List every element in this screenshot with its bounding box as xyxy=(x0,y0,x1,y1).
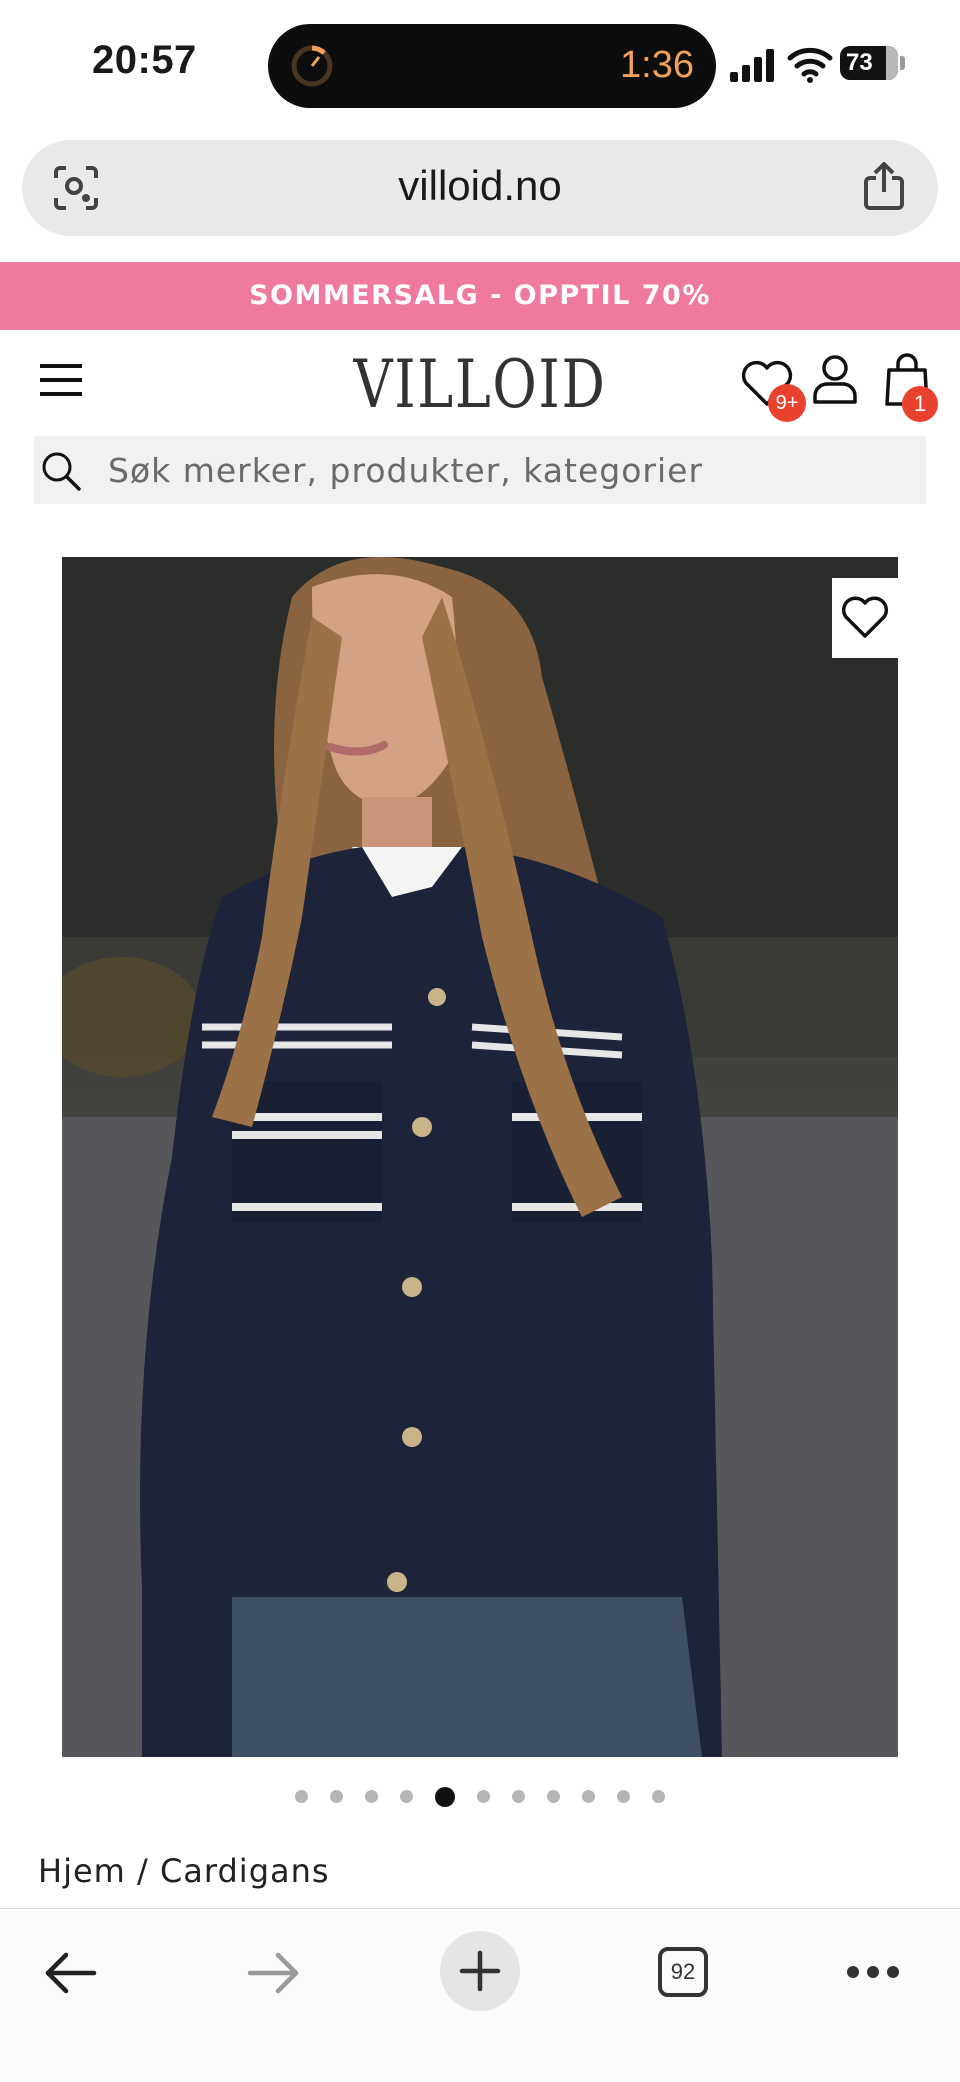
product-image[interactable] xyxy=(62,557,898,1757)
product-photo xyxy=(62,557,898,1757)
timer-text: 1:36 xyxy=(620,44,694,86)
promo-banner[interactable]: SOMMERSALG - OPPTIL 70% xyxy=(0,262,960,330)
heart-icon xyxy=(841,596,889,638)
breadcrumb-separator: / xyxy=(125,1852,160,1890)
share-icon[interactable] xyxy=(860,160,908,212)
cart-badge: 1 xyxy=(902,386,938,422)
forward-icon[interactable] xyxy=(246,1949,302,1997)
back-icon[interactable] xyxy=(42,1949,98,1997)
carousel-dot[interactable] xyxy=(330,1790,343,1803)
carousel-dot[interactable] xyxy=(652,1790,665,1803)
site-header: VILLOID 9+ 1 xyxy=(0,330,960,430)
battery-icon: 73 xyxy=(840,46,898,80)
signal-icon xyxy=(730,49,774,82)
wishlist-badge: 9+ xyxy=(768,384,806,422)
favorite-button[interactable] xyxy=(832,578,898,658)
wifi-icon xyxy=(787,47,833,83)
new-tab-button[interactable] xyxy=(440,1931,520,2011)
battery-empty xyxy=(886,46,898,80)
browser-toolbar: 92 xyxy=(0,1908,960,2082)
menu-icon[interactable] xyxy=(38,360,84,400)
status-bar: 20:57 1:36 73 xyxy=(0,0,960,130)
battery-level: 73 xyxy=(846,49,873,76)
carousel-dot[interactable] xyxy=(295,1790,308,1803)
carousel-dot[interactable] xyxy=(547,1790,560,1803)
battery-nub xyxy=(900,56,905,70)
search-box[interactable] xyxy=(34,436,926,504)
breadcrumb: Hjem / Cardigans xyxy=(38,1852,330,1890)
tabs-button[interactable]: 92 xyxy=(658,1947,708,1997)
carousel-dot[interactable] xyxy=(400,1790,413,1803)
breadcrumb-home[interactable]: Hjem xyxy=(38,1852,126,1890)
search-icon[interactable] xyxy=(40,450,82,492)
carousel-dot[interactable] xyxy=(365,1790,378,1803)
timer-icon xyxy=(291,45,333,87)
status-time: 20:57 xyxy=(92,38,197,82)
carousel-dot[interactable] xyxy=(512,1790,525,1803)
dynamic-island[interactable]: 1:36 xyxy=(268,24,716,108)
url-text[interactable]: villoid.no xyxy=(22,162,938,210)
breadcrumb-category[interactable]: Cardigans xyxy=(160,1852,330,1890)
carousel-dot[interactable] xyxy=(477,1790,490,1803)
more-icon[interactable] xyxy=(846,1965,900,1979)
carousel-dot[interactable] xyxy=(582,1790,595,1803)
new-tab-icon xyxy=(459,1950,501,1992)
url-bar[interactable]: villoid.no xyxy=(22,140,938,236)
carousel-dots[interactable] xyxy=(0,1786,960,1810)
search-input[interactable] xyxy=(108,436,908,504)
carousel-dot[interactable] xyxy=(617,1790,630,1803)
carousel-dot-active[interactable] xyxy=(435,1786,455,1807)
account-icon[interactable] xyxy=(812,354,858,406)
